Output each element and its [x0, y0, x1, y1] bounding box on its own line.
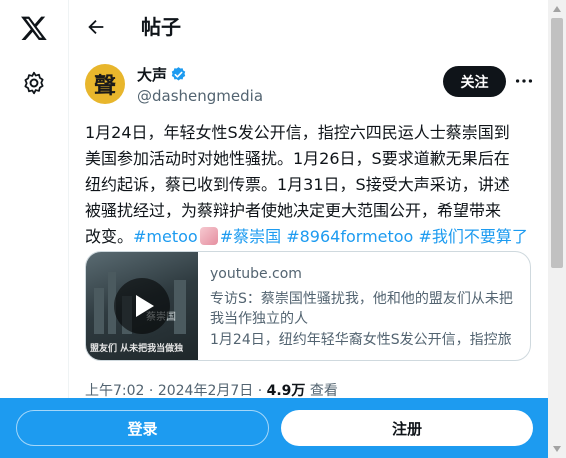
meta-separator: ·: [144, 383, 158, 399]
post-line-last: 改变。#metoo #蔡崇国 #8964formetoo #我们不要算了: [85, 224, 537, 250]
post-line: 1月24日，年轻女性S发公开信，指控六四民运人士蔡崇国到: [85, 123, 510, 142]
post-line: 被骚扰经过，为蔡辩护者使她决定更大范围公开，希望带来: [85, 201, 502, 220]
view-count: 4.9万: [266, 383, 306, 399]
avatar[interactable]: 聲: [85, 64, 125, 104]
hashtag-link[interactable]: #8964formetoo: [286, 227, 413, 246]
scrollbar[interactable]: [548, 0, 566, 458]
more-icon[interactable]: [513, 70, 535, 92]
emoji-icon: [199, 227, 218, 245]
signup-button[interactable]: 注册: [281, 410, 533, 446]
header: 帖子: [69, 0, 548, 56]
login-button[interactable]: 登录: [16, 410, 269, 446]
meta-separator: ·: [253, 383, 267, 399]
back-arrow-icon[interactable]: [85, 16, 107, 38]
x-logo-icon[interactable]: [20, 14, 48, 42]
card-description: 1月24日，纽约年轻华裔女性S发公开信，指控旅: [210, 332, 512, 348]
follow-button[interactable]: 关注: [443, 66, 506, 97]
video-thumbnail[interactable]: 蔡崇国 盟友们 从未把我当做独: [86, 252, 198, 360]
hashtag-link[interactable]: #蔡崇国: [220, 227, 281, 246]
post-text-end: 改变。: [85, 227, 134, 246]
post-meta: 上午7:02 · 2024年2月7日 · 4.9万 查看: [85, 380, 338, 400]
scroll-up-icon[interactable]: [553, 6, 561, 12]
link-preview-card[interactable]: 蔡崇国 盟友们 从未把我当做独 youtube.com 专访S：蔡崇国性骚扰我，…: [85, 251, 531, 361]
play-icon[interactable]: [114, 278, 170, 334]
left-nav: [0, 0, 69, 458]
hashtag-link[interactable]: #我们不要算了: [418, 227, 527, 246]
page-title: 帖子: [141, 15, 181, 39]
post-line: 美国参加活动时对她性骚扰。1月26日，S要求道歉无果后在: [85, 149, 510, 168]
thumbnail-building: [94, 288, 104, 334]
thumbnail-building: [174, 280, 186, 334]
verified-badge-icon: [171, 67, 186, 81]
thumbnail-caption: 盟友们 从未把我当做独: [90, 344, 184, 354]
post-time[interactable]: 上午7:02: [85, 383, 144, 399]
hashtag-link[interactable]: #metoo: [133, 227, 198, 246]
post-line: 纽约起诉，蔡已收到传票。1月31日，S接受大声采访，讲述: [85, 175, 510, 194]
card-domain: youtube.com: [210, 266, 302, 282]
view-label: 查看: [309, 383, 338, 399]
scroll-down-icon[interactable]: [553, 446, 561, 452]
post-detail: 帖子 聲 大声 @dashengmedia 关注 1月24日，年轻女性S发公开信…: [69, 0, 548, 458]
gear-icon[interactable]: [21, 70, 47, 96]
signup-banner: 登录 注册: [0, 398, 548, 458]
author-handle[interactable]: @dashengmedia: [137, 87, 263, 105]
author-name[interactable]: 大声: [137, 66, 167, 84]
post-date[interactable]: 2024年2月7日: [158, 383, 253, 399]
scrollbar-thumb[interactable]: [551, 18, 563, 268]
card-title: 专访S：蔡崇国性骚扰我，他和他的盟友们从未把我当作独立的人: [210, 291, 513, 327]
post-text: 1月24日，年轻女性S发公开信，指控六四民运人士蔡崇国到 美国参加活动时对她性骚…: [85, 120, 537, 250]
